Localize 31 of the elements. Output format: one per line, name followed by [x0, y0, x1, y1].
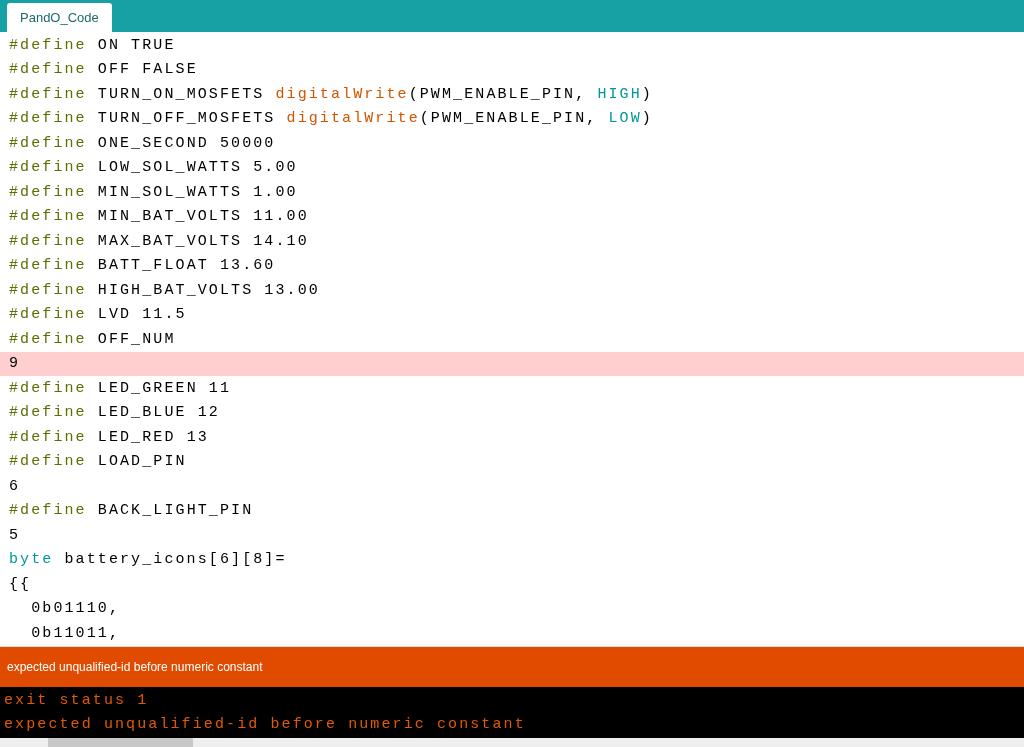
code-line: #define ON TRUE [9, 36, 176, 54]
code-line: byte battery_icons[6][8]= [9, 551, 287, 569]
code-line: #define MIN_BAT_VOLTS 11.00 [9, 208, 309, 226]
code-line: #define ONE_SECOND 50000 [9, 134, 276, 152]
code-line: #define BATT_FLOAT 13.60 [9, 257, 276, 275]
code-line: #define LOAD_PIN [9, 453, 187, 471]
code-line: #define TURN_OFF_MOSFETS digitalWrite(PWM_ENABLE_PIN, LOW) [9, 110, 653, 128]
code-line: #define LED_GREEN 11 [9, 379, 232, 397]
error-message: expected unqualified-id before numeric constant [7, 660, 263, 674]
scrollbar-thumb[interactable] [48, 738, 193, 747]
code-line: #define TURN_ON_MOSFETS digitalWrite(PWM_ENABLE_PIN, HIGH) [9, 85, 653, 103]
code-line: #define HIGH_BAT_VOLTS 13.00 [9, 281, 320, 299]
code-line: #define MIN_SOL_WATTS 1.00 [9, 183, 298, 201]
code-line: #define LED_RED 13 [9, 428, 209, 446]
code-line: 9 [9, 355, 21, 373]
code-line: #define BACK_LIGHT_PIN [9, 502, 254, 520]
code-line: #define LVD 11.5 [9, 306, 187, 324]
code-line: #define OFF FALSE [9, 61, 198, 79]
code-line: 0b11011, [30, 624, 120, 642]
code-line: 6 [9, 477, 21, 495]
code-line: #define OFF_NUM [9, 330, 176, 348]
horizontal-scrollbar[interactable] [0, 738, 1024, 747]
file-tab[interactable]: PandO_Code [7, 3, 112, 32]
console-line: expected unqualified-id before numeric constant [3, 715, 527, 736]
console-line: exit status 1 [3, 690, 150, 711]
code-line: {{ [9, 575, 32, 593]
code-line: #define LED_BLUE 12 [9, 404, 220, 422]
code-line: 5 [9, 526, 21, 544]
code-line: #define MAX_BAT_VOLTS 14.10 [9, 232, 309, 250]
code-line: 0b01110, [30, 600, 120, 618]
code-line: #define LOW_SOL_WATTS 5.00 [9, 159, 298, 177]
